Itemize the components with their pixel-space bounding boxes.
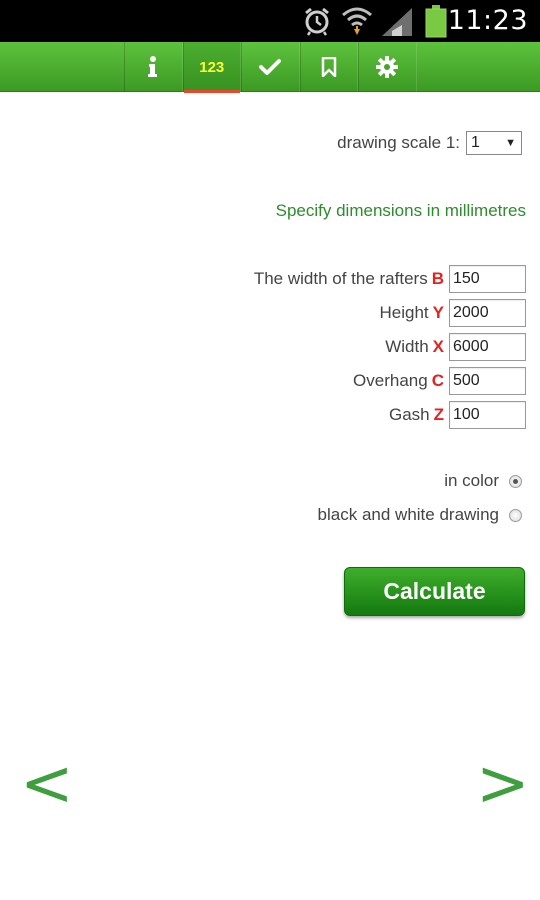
radio-button[interactable] <box>509 508 522 522</box>
scale-value: 1 <box>471 134 480 151</box>
status-time: 11:23 <box>447 5 528 36</box>
info-icon <box>148 56 158 77</box>
status-bar: 11:23 <box>0 0 540 42</box>
dimensions-hint: Specify dimensions in millimetres <box>275 201 526 220</box>
calculate-button[interactable]: Calculate <box>344 567 525 616</box>
gear-icon <box>376 56 399 78</box>
field-gash: Gash Z 100 <box>389 401 526 429</box>
option-black-and-white[interactable]: black and white drawing <box>318 505 522 525</box>
field-rafter-width: The width of the rafters B 150 <box>254 265 526 293</box>
wifi-icon <box>342 7 372 35</box>
next-arrow-icon[interactable]: > <box>476 752 530 816</box>
field-height: Height Y 2000 <box>380 299 526 327</box>
alarm-clock-icon <box>305 7 329 36</box>
tab-bar: 123 <box>124 42 417 93</box>
previous-arrow-icon[interactable]: < <box>20 752 74 816</box>
tab-settings[interactable] <box>358 42 417 92</box>
radio-button[interactable] <box>509 474 522 488</box>
field-label: Gash Z <box>388 405 444 424</box>
tab-input[interactable]: 123 <box>182 42 241 93</box>
height-input[interactable]: 2000 <box>449 299 526 327</box>
toolbar: 123 <box>0 42 540 93</box>
scale-label: drawing scale 1: <box>337 133 460 152</box>
field-overhang: Overhang C 500 <box>353 367 526 395</box>
rafter-width-input[interactable]: 150 <box>449 265 526 293</box>
tab-results[interactable] <box>241 42 300 92</box>
field-width: Width X 6000 <box>385 333 526 361</box>
tab-info[interactable] <box>124 42 183 92</box>
scale-select[interactable]: 1 ▼ <box>466 131 522 155</box>
option-in-color[interactable]: in color <box>444 471 522 491</box>
width-input[interactable]: 6000 <box>449 333 526 361</box>
battery-icon <box>425 5 447 38</box>
field-label: Width X <box>385 337 444 356</box>
scale-row: drawing scale 1: 1 ▼ <box>337 131 522 155</box>
radio-label: black and white drawing <box>317 505 499 524</box>
field-label: The width of the rafters B <box>253 269 444 288</box>
bookmark-icon <box>321 57 336 77</box>
tab-bookmark[interactable] <box>299 42 358 92</box>
gash-input[interactable]: 100 <box>449 401 526 429</box>
field-label: Height Y <box>379 303 444 322</box>
radio-label: in color <box>444 471 499 490</box>
dropdown-arrow-icon: ▼ <box>505 137 516 149</box>
signal-icon <box>382 8 412 36</box>
numbers-icon: 123 <box>199 58 225 76</box>
field-label: Overhang C <box>353 371 444 390</box>
checkmark-icon <box>259 59 282 75</box>
overhang-input[interactable]: 500 <box>449 367 526 395</box>
